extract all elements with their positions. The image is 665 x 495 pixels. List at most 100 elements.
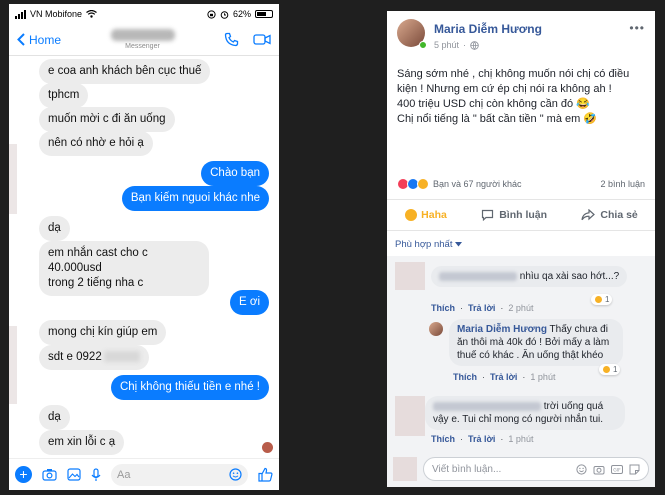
commenter-avatar[interactable] [395, 262, 425, 290]
comment-bubble: Maria Diễm Hương Thấy chưa đi ăn thôi mà… [449, 319, 623, 366]
signal-icon [15, 9, 26, 19]
battery-percent: 62% [232, 9, 251, 19]
comment-count[interactable]: 2 bình luận [600, 179, 645, 189]
more-options-icon[interactable]: ••• [629, 21, 645, 35]
comment-reaction-badge[interactable]: 1 [591, 294, 613, 305]
svg-text:GIF: GIF [613, 467, 621, 473]
message-bubble: E ơi [230, 290, 269, 315]
message-bubble: dạ [39, 405, 70, 430]
back-button[interactable]: Home [17, 33, 61, 47]
haha-button[interactable]: Haha [404, 208, 447, 222]
video-call-icon[interactable] [253, 33, 271, 46]
screenshot-collage: VN Mobifone 62% Home Messenger e coa anh… [0, 0, 665, 495]
chevron-left-icon [17, 33, 25, 46]
post-line: Chị nổi tiếng là " bất cần tiền " mà em … [397, 113, 598, 125]
message-input-placeholder: Aa [117, 468, 131, 481]
caret-down-icon [455, 242, 463, 247]
post-action-bar: Haha Bình luận Chia sẻ [387, 199, 655, 231]
message-bubble: nên có nhờ e hỏi ạ [39, 131, 153, 156]
wifi-icon [86, 10, 97, 18]
microphone-icon[interactable] [91, 467, 101, 482]
redacted-phone [103, 351, 140, 363]
add-button[interactable]: + [15, 466, 32, 483]
comment-reaction-count: 1 [613, 365, 618, 374]
comment-reaction-badge[interactable]: 1 [599, 364, 621, 375]
thumbs-up-icon[interactable] [258, 467, 273, 482]
haha-icon [404, 208, 419, 222]
contact-name[interactable]: Messenger [110, 29, 175, 50]
message-bubble: Chào bạn [201, 161, 269, 186]
message-bubble: tphcm [39, 83, 89, 108]
post-line: Sáng sớm nhé , chị không muốn nói chị có… [397, 68, 630, 80]
author-reply-avatar[interactable] [429, 322, 443, 336]
reply-comment-link[interactable]: Trả lời [468, 434, 495, 444]
messenger-screen: VN Mobifone 62% Home Messenger e coa anh… [9, 4, 279, 490]
comment-input-placeholder: Viết bình luận... [432, 463, 502, 475]
share-label: Chia sẻ [600, 209, 638, 221]
comment-meta: Thích · Trả lời · 1 phút [431, 434, 534, 444]
comment-input[interactable]: Viết bình luận... GIF [423, 457, 649, 481]
comment-bubble: nhìu qa xài sao hớt...? [431, 266, 628, 287]
redacted-name [110, 29, 175, 41]
haha-reaction-icon [602, 365, 611, 374]
avatar-column [9, 144, 17, 214]
reply-comment-link[interactable]: Trả lời [490, 372, 517, 382]
online-status-dot [419, 41, 427, 49]
contact-subtitle: Messenger [125, 43, 160, 50]
message-bubble: em nhắn cast cho c 40.000usd trong 2 tiến… [39, 241, 209, 296]
redacted-commenter-name [433, 401, 541, 411]
comment-author-name[interactable]: Maria Diễm Hương [457, 324, 547, 335]
haha-reaction-icon [417, 178, 429, 190]
comment-meta: Thích · Trả lời · 1 phút [453, 372, 556, 382]
emoji-icon[interactable] [229, 468, 242, 481]
message-bubble: Bạn kiếm nguoi khác nhe [121, 186, 269, 211]
gif-icon[interactable]: GIF [611, 464, 623, 475]
comment-label: Bình luận [499, 209, 548, 221]
lock-rotation-icon [207, 9, 216, 19]
post-body: Sáng sớm nhé , chị không muốn nói chị có… [397, 67, 647, 127]
message-bubble: sdt e 0922 [39, 345, 149, 370]
camera-icon[interactable] [593, 464, 605, 475]
alarm-icon [220, 10, 229, 19]
comment-reaction-count: 1 [605, 295, 610, 304]
comment-icon [482, 209, 494, 221]
comment-time: 1 phút [508, 434, 534, 444]
reaction-count: Bạn và 67 người khác [433, 179, 522, 189]
globe-icon [470, 40, 479, 50]
post-time: 5 phút · [434, 40, 479, 50]
comment-time: 2 phút [508, 303, 534, 313]
reaction-summary[interactable]: Bạn và 67 người khác 2 bình luận [397, 178, 645, 190]
message-input[interactable]: Aa [111, 463, 248, 486]
seen-avatar [262, 442, 273, 453]
comment-time: 1 phút [530, 372, 556, 382]
battery-icon [255, 10, 273, 18]
sticker-icon[interactable] [629, 464, 640, 475]
post-line: 400 triệu USD chị còn không cần đó 😂 [397, 98, 590, 110]
message-bubble: em xin lỗi c ạ [39, 430, 125, 455]
comment-button[interactable]: Bình luận [481, 209, 547, 221]
facebook-post-screen: Maria Diễm Hương 5 phút · ••• Sáng sớm n… [387, 11, 655, 487]
comment-list: nhìu qa xài sao hớt...? 1 Thích · Trả lờ… [387, 256, 655, 451]
message-bubble: e coa anh khách bên cục thuế [39, 59, 211, 84]
comment-sort-dropdown[interactable]: Phù hợp nhất [395, 239, 463, 250]
redacted-commenter-name [439, 271, 517, 281]
phone-icon[interactable] [224, 32, 239, 47]
like-comment-link[interactable]: Thích [431, 303, 455, 313]
share-button[interactable]: Chia sẻ [581, 209, 638, 221]
like-comment-link[interactable]: Thích [431, 434, 455, 444]
comment-sort-label: Phù hợp nhất [395, 239, 453, 250]
comment-meta: Thích · Trả lời · 2 phút [431, 303, 534, 313]
commenter-avatar[interactable] [395, 396, 425, 436]
back-label: Home [29, 32, 62, 47]
emoji-icon[interactable] [576, 463, 587, 475]
conversation-header: Home Messenger [9, 24, 279, 56]
photo-icon[interactable] [67, 468, 81, 481]
author-name[interactable]: Maria Diễm Hương [434, 22, 542, 36]
like-comment-link[interactable]: Thích [453, 372, 477, 382]
camera-icon[interactable] [42, 468, 57, 481]
status-bar: VN Mobifone 62% [9, 4, 279, 24]
my-avatar [393, 457, 417, 481]
post-header: Maria Diễm Hương 5 phút · ••• [387, 11, 655, 57]
post-line: kiện ! Nhưng em cứ ép chị nói ra không a… [397, 83, 612, 95]
reply-comment-link[interactable]: Trả lời [468, 303, 495, 313]
